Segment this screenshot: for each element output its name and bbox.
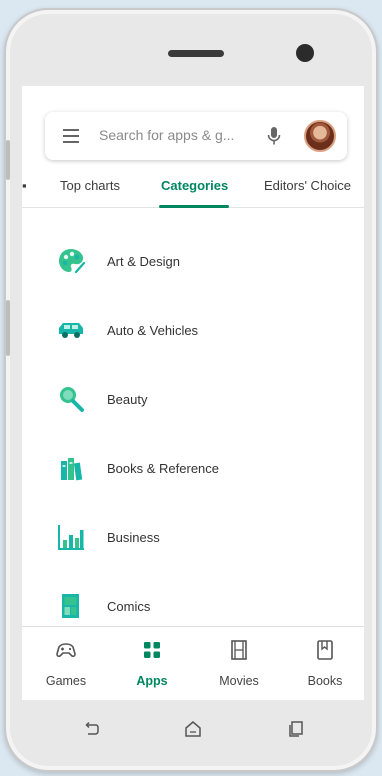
category-label: Art & Design	[107, 254, 180, 269]
volume-button	[6, 140, 10, 180]
palette-icon	[59, 249, 86, 274]
film-icon	[231, 640, 247, 660]
category-art-design[interactable]: Art & Design	[22, 232, 364, 292]
books-icon	[61, 458, 83, 481]
category-label: Business	[107, 530, 160, 545]
nav-books[interactable]: Books	[295, 639, 355, 688]
nav-movies[interactable]: Movies	[209, 639, 269, 688]
earpiece-speaker	[168, 50, 224, 57]
home-icon[interactable]	[183, 719, 203, 739]
microphone-icon[interactable]	[267, 126, 281, 146]
nav-label: Books	[307, 674, 343, 688]
category-auto-vehicles[interactable]: Auto & Vehicles	[22, 301, 364, 361]
front-camera	[296, 44, 314, 62]
bar-chart-icon	[58, 525, 84, 550]
power-button	[6, 300, 10, 356]
category-label: Comics	[107, 599, 151, 614]
category-label: Beauty	[107, 392, 148, 407]
recents-icon[interactable]	[286, 719, 306, 739]
tab-partial-left[interactable]: ▪	[22, 178, 27, 193]
system-navigation-bar	[22, 700, 364, 756]
nav-games[interactable]: Games	[36, 639, 96, 688]
tab-bar: ▪ Top charts Categories Editors' Choice	[22, 174, 364, 208]
tab-top-charts[interactable]: Top charts	[60, 178, 120, 193]
tab-categories[interactable]: Categories	[161, 178, 228, 193]
category-beauty[interactable]: Beauty	[22, 370, 364, 430]
menu-icon[interactable]	[63, 129, 79, 143]
category-books-reference[interactable]: Books & Reference	[22, 439, 364, 499]
car-icon	[59, 323, 83, 338]
bookmark-book-icon	[317, 640, 333, 660]
nav-label: Games	[45, 674, 87, 688]
magnifier-beauty-icon	[60, 387, 84, 412]
search-bar[interactable]: Search for apps & g...	[45, 112, 347, 160]
gamepad-icon	[56, 643, 76, 658]
search-placeholder[interactable]: Search for apps & g...	[99, 127, 234, 143]
category-label: Auto & Vehicles	[107, 323, 199, 338]
avatar[interactable]	[304, 120, 336, 152]
app-screen: Search for apps & g... ▪ Top charts Cate…	[22, 86, 364, 700]
comics-icon	[62, 594, 79, 618]
apps-grid-icon	[144, 642, 160, 658]
active-tab-indicator	[159, 205, 229, 208]
category-label: Books & Reference	[107, 461, 220, 476]
nav-label: Movies	[219, 674, 259, 688]
back-icon[interactable]	[82, 719, 102, 739]
nav-apps[interactable]: Apps	[122, 639, 182, 688]
tab-editors-choice[interactable]: Editors' Choice	[264, 178, 351, 193]
bottom-navigation: Games Apps Movies Books	[22, 626, 364, 700]
category-business[interactable]: Business	[22, 508, 364, 568]
nav-label: Apps	[136, 674, 168, 688]
